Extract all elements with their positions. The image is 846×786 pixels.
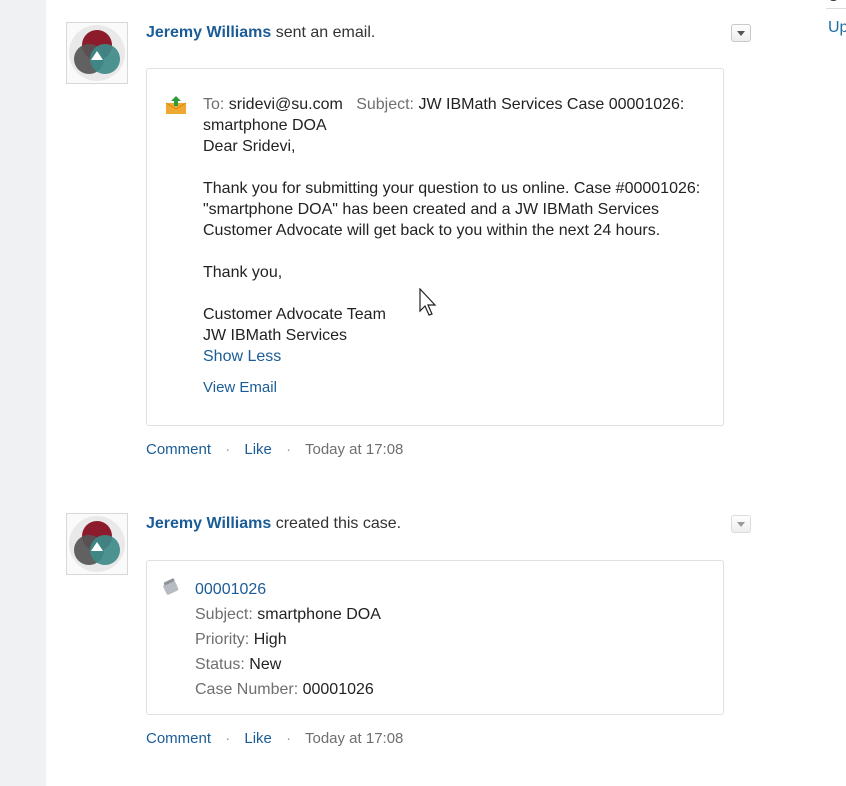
case-status-row: Status: New (195, 652, 381, 677)
case-card: 00001026 Subject: smartphone DOA Priorit… (146, 560, 724, 715)
like-link[interactable]: Like (244, 441, 272, 458)
chevron-down-icon (737, 521, 745, 527)
post-footer: Comment · Like · Today at 17:08 (146, 441, 403, 458)
avatar[interactable] (66, 513, 128, 575)
to-value: sridevi@su.com (228, 96, 343, 113)
right-column-heading-fragment: C (828, 0, 838, 4)
case-priority-value: High (253, 631, 287, 648)
venn-diagram-avatar-icon (69, 25, 125, 81)
to-label: To: (203, 96, 225, 113)
mouse-pointer-icon (419, 288, 437, 316)
case-number-value: 00001026 (302, 681, 374, 698)
separator: · (286, 441, 292, 458)
avatar[interactable] (66, 22, 128, 84)
post-menu-button[interactable] (731, 24, 751, 42)
case-subject-value: smartphone DOA (257, 606, 381, 623)
case-number-label: Case Number: (195, 681, 299, 698)
subject-label: Subject: (356, 96, 414, 113)
case-priority-label: Priority: (195, 631, 250, 648)
chevron-down-icon (737, 30, 745, 36)
case-status-label: Status: (195, 656, 245, 673)
case-number-link[interactable]: 00001026 (195, 581, 266, 598)
email-outbox-icon (165, 96, 187, 114)
separator: · (286, 730, 292, 747)
venn-diagram-avatar-icon (69, 516, 125, 572)
comment-link[interactable]: Comment (146, 730, 211, 747)
case-subject-row: Subject: smartphone DOA (195, 602, 381, 627)
post-menu-button[interactable] (731, 515, 751, 533)
right-column-link[interactable]: Up (828, 19, 846, 37)
separator: · (225, 730, 231, 747)
email-header: To: sridevi@su.com Subject: JW IBMath Se… (203, 94, 713, 136)
case-icon (163, 578, 179, 595)
post-header: Jeremy Williams sent an email. (146, 23, 375, 43)
feed-post-case: Jeremy Williams created this case. 00001… (66, 513, 766, 753)
post-action-text: created this case. (275, 515, 402, 532)
post-footer: Comment · Like · Today at 17:08 (146, 730, 403, 747)
email-card: To: sridevi@su.com Subject: JW IBMath Se… (146, 68, 724, 426)
post-header: Jeremy Williams created this case. (146, 514, 401, 534)
case-priority-row: Priority: High (195, 627, 381, 652)
show-less-link[interactable]: Show Less (203, 346, 713, 367)
divider (826, 8, 846, 9)
actor-link[interactable]: Jeremy Williams (146, 515, 271, 532)
like-link[interactable]: Like (244, 730, 272, 747)
email-body: Dear Sridevi, Thank you for submitting y… (203, 138, 701, 344)
comment-link[interactable]: Comment (146, 441, 211, 458)
timestamp: Today at 17:08 (304, 441, 404, 458)
left-gutter (0, 0, 46, 786)
case-fields: 00001026 Subject: smartphone DOA Priorit… (195, 577, 381, 702)
post-action-text: sent an email. (275, 24, 376, 41)
email-content: To: sridevi@su.com Subject: JW IBMath Se… (203, 94, 713, 398)
case-subject-label: Subject: (195, 606, 253, 623)
separator: · (225, 441, 231, 458)
timestamp: Today at 17:08 (304, 730, 404, 747)
case-status-value: New (249, 656, 282, 673)
view-email-link[interactable]: View Email (203, 377, 713, 398)
actor-link[interactable]: Jeremy Williams (146, 24, 271, 41)
right-column: C Up (826, 0, 846, 786)
case-number-row: Case Number: 00001026 (195, 677, 381, 702)
feed-post-email: Jeremy Williams sent an email. To: sride… (66, 22, 766, 472)
